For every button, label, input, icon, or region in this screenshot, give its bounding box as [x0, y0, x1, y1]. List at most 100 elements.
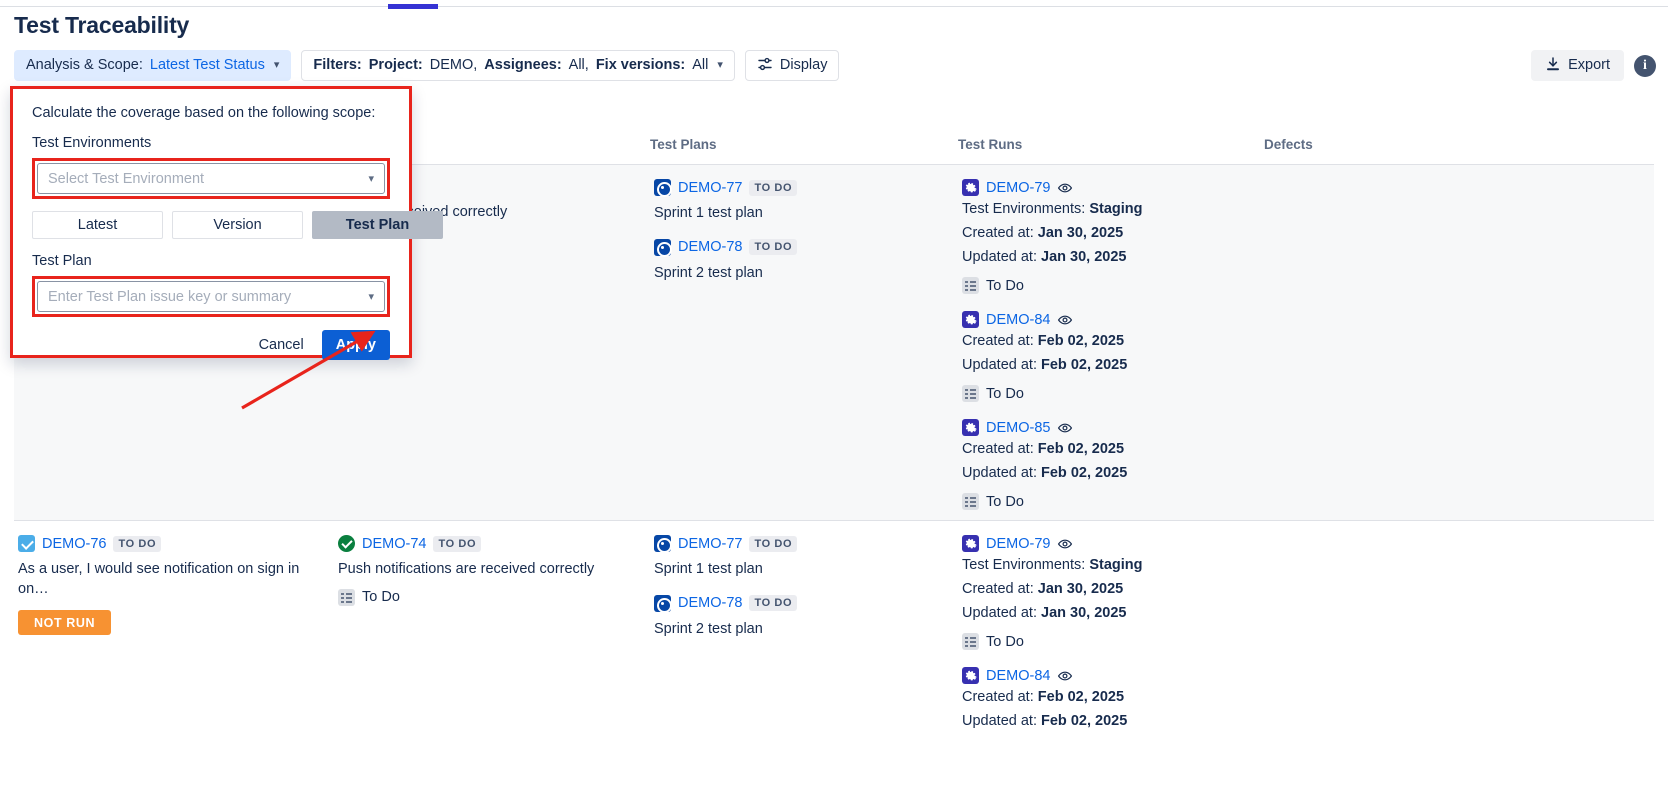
environments-label: Test Environments:	[962, 201, 1085, 217]
filters-assignees-value: All,	[569, 58, 589, 73]
status-list-icon	[962, 277, 979, 294]
test-environments-select[interactable]: Select Test Environment ▾	[37, 163, 385, 194]
status-text: To Do	[986, 634, 1024, 650]
status-badge: TO DO	[749, 180, 797, 196]
status-text: To Do	[986, 386, 1024, 402]
cancel-button[interactable]: Cancel	[251, 331, 312, 359]
active-tab-indicator	[388, 4, 438, 9]
page-title: Test Traceability	[14, 12, 189, 39]
test-run-created: Created at: Feb 02, 2025	[962, 331, 1256, 352]
test-run-key-link[interactable]: DEMO-85	[986, 420, 1050, 436]
row-tests-cell: DEMO-74 TO DO Push notifications are rec…	[334, 521, 650, 742]
test-key-link[interactable]: DEMO-74	[362, 536, 426, 552]
row-test-plans-cell: DEMO-77 TO DO Sprint 1 test plan DEMO-78…	[650, 521, 958, 742]
requirement-key-link[interactable]: DEMO-76	[42, 536, 106, 552]
test-plan-summary: Sprint 2 test plan	[654, 620, 950, 640]
filters-button[interactable]: Filters: Project: DEMO, Assignees: All, …	[301, 50, 735, 81]
test-run-item: DEMO-79 Test Environments: Staging Creat…	[962, 179, 1256, 294]
eye-icon[interactable]	[1057, 668, 1073, 684]
row-defects-cell	[1264, 521, 1604, 742]
test-plan-icon	[654, 535, 671, 552]
test-run-status: To Do	[962, 633, 1256, 650]
test-plan-icon	[654, 239, 671, 256]
export-button[interactable]: Export	[1531, 50, 1624, 81]
status-list-icon	[338, 589, 355, 606]
test-run-key-link[interactable]: DEMO-84	[986, 312, 1050, 328]
updated-label: Updated at:	[962, 605, 1037, 621]
status-badge: TO DO	[113, 536, 161, 552]
requirement-issue-line: DEMO-76 TO DO	[18, 535, 326, 552]
test-plan-select[interactable]: Enter Test Plan issue key or summary ▾	[37, 281, 385, 312]
coverage-status-badge: NOT RUN	[18, 610, 111, 635]
analysis-scope-button[interactable]: Analysis & Scope: Latest Test Status ▾	[14, 50, 291, 81]
info-icon[interactable]: i	[1634, 55, 1656, 77]
test-run-updated: Updated at: Jan 30, 2025	[962, 603, 1256, 624]
created-value: Feb 02, 2025	[1038, 333, 1124, 349]
test-run-updated: Updated at: Feb 02, 2025	[962, 355, 1256, 376]
requirement-summary: As a user, I would see notification on s…	[18, 560, 326, 599]
test-plan-key-link[interactable]: DEMO-77	[678, 536, 742, 552]
test-run-item: DEMO-79 Test Environments: Staging Creat…	[962, 535, 1256, 650]
eye-icon[interactable]	[1057, 312, 1073, 328]
created-label: Created at:	[962, 581, 1034, 597]
row-test-runs-cell: DEMO-79 Test Environments: Staging Creat…	[958, 521, 1264, 742]
scope-mode-test-plan[interactable]: Test Plan	[312, 211, 443, 239]
test-run-item: DEMO-84 Created at: Feb 02, 2025 Updated…	[962, 311, 1256, 402]
test-run-issue-line: DEMO-84	[962, 667, 1256, 684]
updated-value: Feb 02, 2025	[1041, 713, 1127, 729]
test-run-updated: Updated at: Jan 30, 2025	[962, 247, 1256, 268]
column-header-test-plans: Test Plans	[650, 137, 958, 152]
filters-label: Filters:	[313, 58, 361, 73]
analysis-scope-popover: Calculate the coverage based on the foll…	[10, 86, 412, 358]
toolbar-right: Export i	[1531, 50, 1656, 81]
test-run-updated: Updated at: Feb 02, 2025	[962, 711, 1256, 732]
test-run-key-link[interactable]: DEMO-84	[986, 668, 1050, 684]
created-label: Created at:	[962, 689, 1034, 705]
status-list-icon	[962, 493, 979, 510]
created-value: Jan 30, 2025	[1038, 581, 1123, 597]
status-text: To Do	[362, 589, 400, 605]
display-button[interactable]: Display	[745, 50, 840, 81]
browser-tab-strip	[0, 0, 1668, 8]
status-badge: TO DO	[433, 536, 481, 552]
export-label: Export	[1568, 58, 1610, 73]
test-run-item: DEMO-84 Created at: Feb 02, 2025 Updated…	[962, 667, 1256, 732]
test-plan-key-link[interactable]: DEMO-78	[678, 239, 742, 255]
status-badge: TO DO	[749, 595, 797, 611]
eye-icon[interactable]	[1057, 420, 1073, 436]
test-plan-key-link[interactable]: DEMO-78	[678, 595, 742, 611]
row-test-runs-cell: DEMO-79 Test Environments: Staging Creat…	[958, 165, 1264, 520]
scope-mode-version[interactable]: Version	[172, 211, 303, 239]
environments-value: Staging	[1089, 557, 1142, 573]
column-header-defects: Defects	[1264, 137, 1604, 152]
test-plan-summary: Sprint 2 test plan	[654, 264, 950, 284]
test-run-issue-line: DEMO-79	[962, 179, 1256, 196]
eye-icon[interactable]	[1057, 536, 1073, 552]
filters-assignees-label: Assignees:	[484, 58, 561, 73]
updated-value: Jan 30, 2025	[1041, 605, 1126, 621]
created-value: Jan 30, 2025	[1038, 225, 1123, 241]
test-plan-issue-line: DEMO-78 TO DO	[654, 239, 950, 256]
test-plan-icon	[654, 179, 671, 196]
test-run-issue-line: DEMO-79	[962, 535, 1256, 552]
scope-mode-latest[interactable]: Latest	[32, 211, 163, 239]
eye-icon[interactable]	[1057, 180, 1073, 196]
filters-project-value: DEMO,	[430, 58, 478, 73]
filters-project-label: Project:	[369, 58, 423, 73]
apply-button[interactable]: Apply	[322, 330, 390, 360]
test-plan-key-link[interactable]: DEMO-77	[678, 180, 742, 196]
test-run-key-link[interactable]: DEMO-79	[986, 536, 1050, 552]
test-summary: Push notifications are received correctl…	[338, 560, 642, 580]
analysis-scope-value: Latest Test Status	[150, 58, 265, 73]
test-run-updated: Updated at: Feb 02, 2025	[962, 463, 1256, 484]
test-run-item: DEMO-85 Created at: Feb 02, 2025 Updated…	[962, 419, 1256, 510]
environments-label: Test Environments:	[962, 557, 1085, 573]
status-badge: TO DO	[749, 536, 797, 552]
chevron-down-icon: ▾	[274, 60, 280, 71]
created-label: Created at:	[962, 333, 1034, 349]
test-run-key-link[interactable]: DEMO-79	[986, 180, 1050, 196]
updated-value: Jan 30, 2025	[1041, 249, 1126, 265]
test-plan-highlight: Enter Test Plan issue key or summary ▾	[32, 276, 390, 317]
test-run-status: To Do	[962, 493, 1256, 510]
popover-actions: Cancel Apply	[32, 330, 390, 360]
